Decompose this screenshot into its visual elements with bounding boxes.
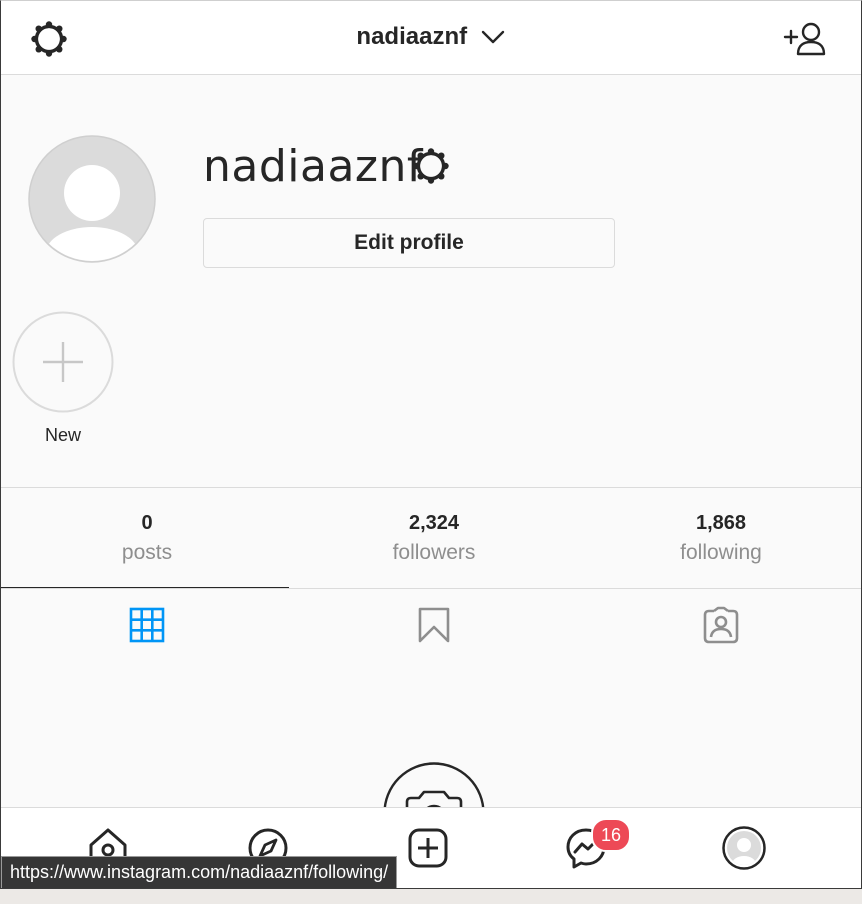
new-highlight-label: New — [44, 425, 81, 445]
messenger-badge: 16 — [591, 818, 631, 852]
posts-count: 0 — [141, 512, 153, 534]
followers-label: followers — [392, 541, 476, 564]
new-highlight-button[interactable] — [12, 311, 114, 413]
tagged-icon[interactable] — [701, 605, 741, 645]
grid-icon[interactable] — [127, 605, 167, 645]
account-switcher[interactable]: nadiaaznf — [1, 23, 861, 51]
followers-count: 2,324 — [408, 512, 460, 534]
posts-stat: 0 posts — [3, 512, 291, 565]
profile-avatar-icon[interactable] — [722, 826, 766, 870]
add-user-icon[interactable] — [783, 21, 827, 57]
active-tab-indicator — [1, 587, 289, 588]
posts-label: posts — [121, 541, 173, 564]
bookmark-icon[interactable] — [414, 605, 454, 645]
chevron-down-icon — [481, 30, 504, 44]
following-label: following — [680, 541, 762, 564]
following-count: 1,868 — [695, 512, 747, 534]
browser-viewport: nadiaaznf nadiaaznf Edit profile New 0 p… — [0, 0, 862, 889]
profile-stats: 0 posts 2,324 followers 1,868 following — [1, 487, 861, 589]
following-stat[interactable]: 1,868 following — [577, 512, 861, 565]
followers-stat[interactable]: 2,324 followers — [290, 512, 578, 565]
header-title: nadiaaznf — [356, 23, 468, 50]
profile-username: nadiaaznf — [203, 141, 423, 192]
status-bar-url: https://www.instagram.com/nadiaaznf/foll… — [1, 856, 398, 888]
top-bar: nadiaaznf — [1, 1, 861, 75]
options-gear-icon[interactable] — [411, 146, 451, 186]
profile-avatar[interactable] — [28, 135, 156, 263]
new-post-icon[interactable] — [406, 826, 450, 870]
edit-profile-button[interactable]: Edit profile — [203, 218, 615, 268]
